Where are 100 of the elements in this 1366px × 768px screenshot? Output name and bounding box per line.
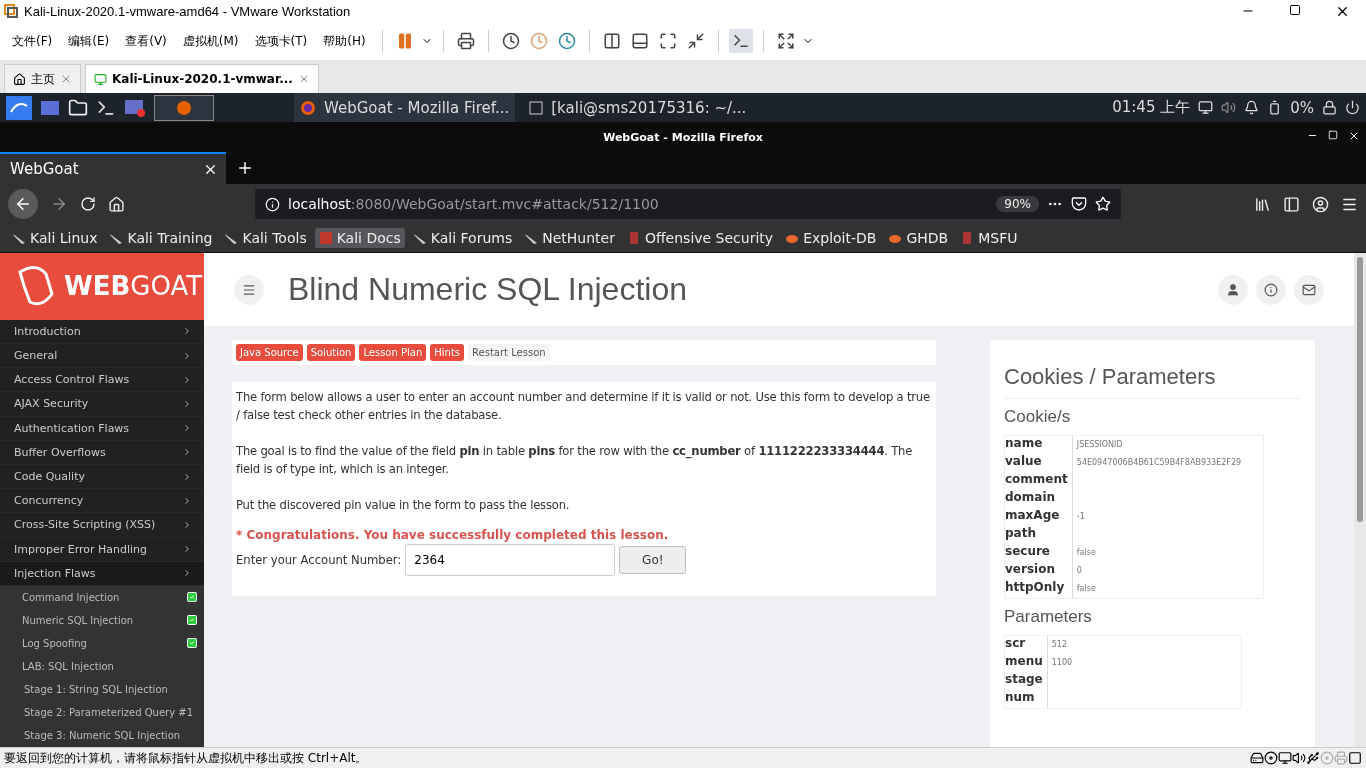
bookmark[interactable]: Exploit-DB: [781, 228, 881, 248]
window-title: WebGoat - Mozilla Firefox: [603, 130, 763, 144]
menu-item[interactable]: 虚拟机(M): [176, 28, 245, 54]
lesson-button[interactable]: Lesson Plan: [359, 344, 427, 361]
sidebar-item[interactable]: Log Spoofing: [0, 631, 204, 655]
maximize-icon[interactable]: [1328, 130, 1338, 140]
bookmark[interactable]: NetHunter: [520, 228, 619, 248]
table-cell-text: JSESSIONID: [1075, 439, 1124, 451]
table-cell: domain: [1005, 490, 1073, 508]
url-text: localhost:8080/WebGoat/start.mvc#attack/512/1100: [288, 196, 659, 212]
lock-icon[interactable]: [1322, 100, 1337, 115]
volume-icon[interactable]: [1221, 100, 1237, 115]
paragraph: The goal is to find the value of the field pin in table pins for the row with the cc_number of 1111222233334444. The field is of type int, which is an integer.: [236, 443, 914, 478]
taskbar-window[interactable]: WebGoat - Mozilla Firef...: [294, 93, 516, 122]
lesson-button[interactable]: Java Source: [236, 344, 303, 361]
sidebar-category[interactable]: Injection Flaws: [0, 561, 204, 586]
clock: 01:45 上午: [1112, 98, 1191, 117]
menu-icon: [242, 282, 256, 297]
panel-title: Cookies / Parameters: [1004, 364, 1301, 399]
scrollbar[interactable]: [1354, 253, 1366, 747]
chevron-icon: [182, 568, 192, 579]
sidebar-item[interactable]: Numeric SQL Injection: [0, 608, 204, 632]
table-cell-text: 512: [1050, 639, 1068, 651]
window-label: [kali@sms20175316: ~/...: [551, 98, 747, 117]
section-heading: Parameters: [1004, 607, 1093, 627]
menu-item[interactable]: 选项卡(T): [248, 28, 314, 54]
lesson-button[interactable]: Solution: [306, 344, 356, 361]
window-label: WebGoat - Mozilla Firef...: [324, 98, 510, 117]
sidebar-item[interactable]: Stage 1: String SQL Injection: [0, 677, 204, 701]
lesson-button[interactable]: Restart Lesson: [468, 344, 550, 361]
desktop-icon[interactable]: [40, 99, 60, 116]
bookmark[interactable]: Kali Forums: [408, 228, 517, 248]
bookmark[interactable]: Kali Training: [105, 228, 217, 248]
account-number-field[interactable]: 2364: [405, 544, 616, 576]
bookmark-label: Kali Docs: [336, 230, 401, 246]
go-button[interactable]: Go!: [619, 546, 687, 574]
firefox-launcher-icon[interactable]: [154, 94, 214, 121]
console-icon[interactable]: [728, 29, 753, 53]
menu-toggle[interactable]: [234, 274, 264, 305]
sidebar-icon[interactable]: [1283, 195, 1300, 213]
home-icon[interactable]: [108, 195, 125, 213]
bookmark-star-icon[interactable]: [1095, 196, 1111, 212]
recorder-icon[interactable]: [124, 98, 146, 117]
back-button[interactable]: [8, 189, 38, 219]
bookmark[interactable]: MSFU: [956, 228, 1022, 248]
bookmark[interactable]: GHDB: [884, 228, 953, 248]
menu-item[interactable]: 帮助(H): [317, 28, 372, 54]
table-cell-text: 0: [1075, 565, 1083, 577]
sidebar-item[interactable]: Stage 3: Numeric SQL Injection: [0, 723, 204, 747]
menu-item[interactable]: 文件(F): [6, 28, 59, 54]
table-cell: value: [1005, 454, 1073, 472]
info-button[interactable]: [1256, 274, 1286, 305]
field-label: Enter your Account Number:: [236, 553, 402, 567]
tab[interactable]: Kali-Linux-2020.1-vmwar...: [85, 64, 319, 93]
display-icon[interactable]: [1198, 100, 1214, 115]
bookmark-label: GHDB: [906, 230, 949, 246]
restore-icon[interactable]: [1289, 3, 1301, 16]
menu-item[interactable]: 查看(V): [119, 28, 173, 54]
info-icon: [1264, 282, 1278, 297]
bookmark[interactable]: Kali Tools: [220, 228, 311, 248]
success-message: * Congratulations. You have successfully completed this lesson.: [236, 528, 670, 542]
bookmark[interactable]: Kali Linux: [8, 228, 102, 248]
sidebar-item[interactable]: LAB: SQL Injection: [0, 654, 204, 678]
close-icon[interactable]: [1348, 130, 1360, 142]
bookmark[interactable]: Offensive Security: [622, 228, 778, 248]
folder-icon[interactable]: [68, 97, 88, 118]
zoom-level[interactable]: 90%: [996, 196, 1039, 212]
address-bar[interactable]: localhost:8080/WebGoat/start.mvc#attack/512/1100 90%: [255, 189, 1121, 219]
lesson-button[interactable]: Hints: [430, 344, 465, 361]
table-cell-text: false: [1075, 547, 1097, 559]
disc-icon[interactable]: [1264, 751, 1278, 765]
vm-icon: [94, 72, 107, 86]
kali-menu-icon[interactable]: [6, 95, 32, 120]
browser-tab[interactable]: WebGoat: [0, 152, 226, 184]
new-tab-icon[interactable]: [236, 159, 254, 177]
chevron-icon: [182, 374, 192, 385]
sidebar-item[interactable]: Stage 2: Parameterized Query #1: [0, 700, 204, 724]
sound-icon[interactable]: [1292, 751, 1306, 765]
library-icon[interactable]: [1254, 195, 1271, 213]
usb-icon[interactable]: [1306, 751, 1320, 765]
tab-label: 主页: [31, 70, 55, 88]
menu-item[interactable]: 编辑(E): [62, 28, 116, 54]
sidebar-item[interactable]: Command Injection: [0, 585, 204, 609]
chevron-icon: [182, 495, 192, 506]
pocket-icon[interactable]: [1071, 196, 1087, 212]
bell-icon[interactable]: [1244, 100, 1260, 115]
reload-icon[interactable]: [80, 196, 96, 212]
back-icon: [14, 195, 32, 213]
taskbar-window[interactable]: [kali@sms20175316: ~/...: [523, 93, 753, 122]
user-button[interactable]: [1218, 274, 1248, 305]
mail-button[interactable]: [1294, 274, 1324, 305]
bookmark-label: NetHunter: [542, 230, 615, 246]
account-icon[interactable]: [1312, 195, 1329, 213]
firefox-icon: [300, 99, 316, 116]
bookmark[interactable]: Kali Docs: [314, 228, 405, 248]
power-icon[interactable]: [1345, 100, 1360, 115]
info-icon: [265, 196, 280, 212]
forward-icon[interactable]: [50, 195, 68, 213]
logo-text: WEBGOAT: [64, 271, 203, 302]
tab[interactable]: 主页: [4, 64, 81, 93]
